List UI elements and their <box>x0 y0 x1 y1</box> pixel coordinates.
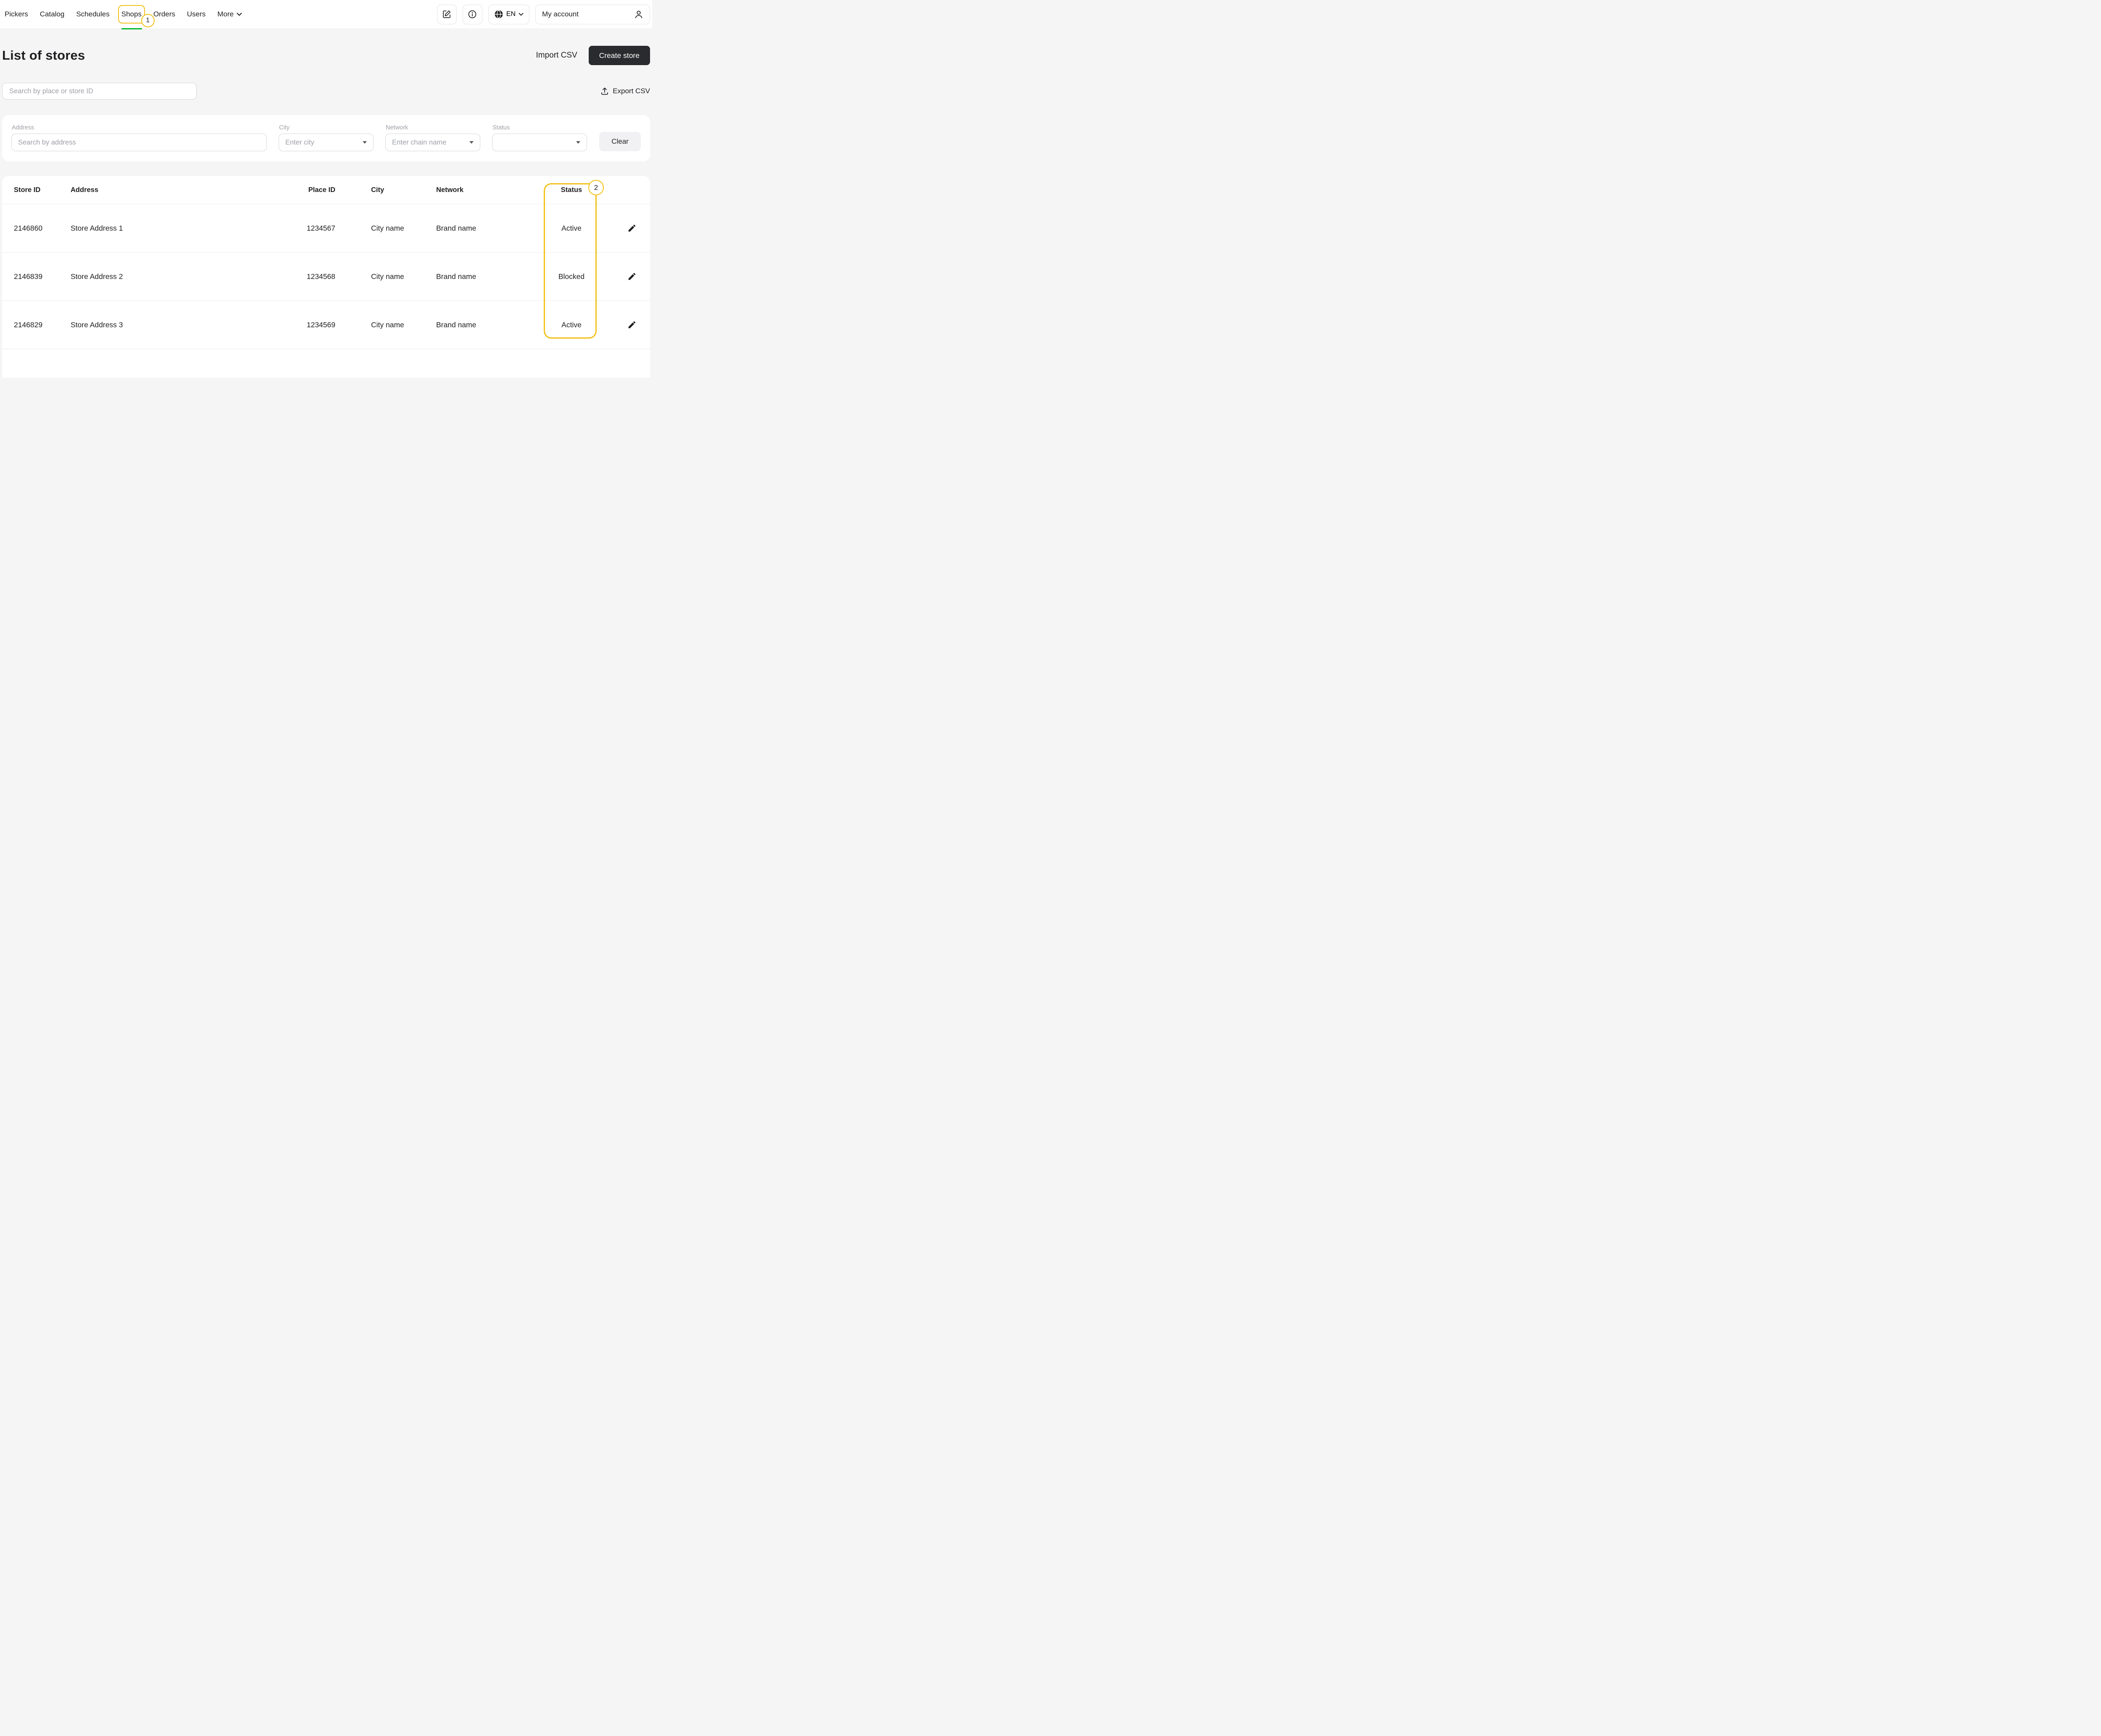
col-header-place-id: Place ID <box>268 186 335 194</box>
compose-button[interactable] <box>437 5 457 24</box>
col-header-address: Address <box>71 186 268 194</box>
network-filter-placeholder: Enter chain name <box>392 139 446 147</box>
col-header-network: Network <box>436 186 545 194</box>
edit-store-button[interactable] <box>627 272 637 281</box>
cell-actions <box>598 320 638 329</box>
info-icon <box>468 10 477 19</box>
cell-network: Brand name <box>436 272 545 281</box>
network-filter-group: Network Enter chain name <box>385 124 480 151</box>
language-selector[interactable]: EN <box>488 5 529 24</box>
cell-city: City name <box>335 321 436 329</box>
nav-item-more[interactable]: More <box>217 9 242 19</box>
cell-network: Brand name <box>436 321 545 329</box>
edit-note-icon <box>442 10 451 19</box>
status-filter-label: Status <box>492 124 587 131</box>
cell-address: Store Address 3 <box>71 321 268 329</box>
table-header-row: Store ID Address Place ID City Network S… <box>2 176 650 204</box>
globe-icon <box>494 10 503 19</box>
filters-panel: Address City Enter city Network Enter ch… <box>2 115 650 161</box>
cell-status: Blocked <box>545 272 598 281</box>
cell-actions <box>598 224 638 233</box>
chevron-down-icon <box>519 13 524 16</box>
cell-place-id: 1234568 <box>268 272 335 281</box>
nav-item-catalog[interactable]: Catalog <box>40 9 65 19</box>
search-row: Export CSV <box>2 83 650 100</box>
network-filter-label: Network <box>386 124 480 131</box>
page-title: List of stores <box>2 48 85 63</box>
export-csv-button[interactable]: Export CSV <box>600 87 650 95</box>
nav-item-users[interactable]: Users <box>187 9 205 19</box>
city-filter-placeholder: Enter city <box>285 139 314 147</box>
col-header-status: Status <box>545 186 598 194</box>
cell-address: Store Address 1 <box>71 224 268 233</box>
primary-nav: Pickers Catalog Schedules Shops 1 Orders… <box>5 9 242 19</box>
address-filter-input[interactable] <box>11 134 267 151</box>
pencil-icon <box>627 272 637 281</box>
info-button[interactable] <box>463 5 482 24</box>
upload-icon <box>600 87 609 95</box>
nav-item-orders[interactable]: Orders <box>153 9 175 19</box>
stores-table: Store ID Address Place ID City Network S… <box>2 176 650 378</box>
cell-store-id: 2146860 <box>14 224 71 233</box>
city-filter-select[interactable]: Enter city <box>279 134 374 151</box>
page-header: List of stores Import CSV Create store <box>2 46 650 65</box>
table-row: 2146860 Store Address 1 1234567 City nam… <box>2 204 650 253</box>
edit-store-button[interactable] <box>627 320 637 329</box>
store-search-input[interactable] <box>2 83 197 100</box>
cell-place-id: 1234567 <box>268 224 335 233</box>
main-content: List of stores Import CSV Create store E… <box>0 46 652 378</box>
cell-status: Active <box>545 321 598 329</box>
account-label: My account <box>542 10 579 18</box>
cell-store-id: 2146839 <box>14 272 71 281</box>
cell-network: Brand name <box>436 224 545 233</box>
my-account-button[interactable]: My account <box>535 5 650 24</box>
pencil-icon <box>627 320 637 329</box>
caret-down-icon <box>363 141 367 144</box>
cell-store-id: 2146829 <box>14 321 71 329</box>
create-store-button[interactable]: Create store <box>589 46 650 65</box>
export-csv-label: Export CSV <box>613 87 650 95</box>
network-filter-select[interactable]: Enter chain name <box>385 134 480 151</box>
nav-item-shops[interactable]: Shops 1 <box>121 9 142 19</box>
nav-item-shops-label: Shops <box>121 10 142 18</box>
nav-item-pickers[interactable]: Pickers <box>5 9 28 19</box>
nav-item-schedules[interactable]: Schedules <box>76 9 109 19</box>
status-filter-group: Status <box>492 124 587 151</box>
page-header-actions: Import CSV Create store <box>536 46 650 65</box>
nav-actions: EN My account <box>437 5 650 24</box>
col-header-city: City <box>335 186 436 194</box>
col-header-store-id: Store ID <box>14 186 71 194</box>
table-row: 2146839 Store Address 2 1234568 City nam… <box>2 253 650 301</box>
status-filter-select[interactable] <box>492 134 587 151</box>
nav-item-more-label: More <box>217 10 234 18</box>
address-filter-group: Address <box>11 124 267 151</box>
person-icon <box>634 10 643 19</box>
cell-actions <box>598 272 638 281</box>
city-filter-group: City Enter city <box>279 124 374 151</box>
language-label: EN <box>506 11 516 18</box>
city-filter-label: City <box>279 124 374 131</box>
clear-filters-button[interactable]: Clear <box>599 132 641 151</box>
table-row: 2146829 Store Address 3 1234569 City nam… <box>2 301 650 349</box>
edit-store-button[interactable] <box>627 224 637 233</box>
import-csv-button[interactable]: Import CSV <box>536 51 577 60</box>
address-filter-label: Address <box>12 124 267 131</box>
active-tab-indicator <box>121 28 142 30</box>
top-navigation-bar: Pickers Catalog Schedules Shops 1 Orders… <box>0 0 652 29</box>
pencil-icon <box>627 224 637 233</box>
cell-status: Active <box>545 224 598 233</box>
caret-down-icon <box>469 141 474 144</box>
annotation-badge-1: 1 <box>141 14 155 27</box>
cell-city: City name <box>335 272 436 281</box>
cell-place-id: 1234569 <box>268 321 335 329</box>
chevron-down-icon <box>237 13 242 16</box>
caret-down-icon <box>576 141 580 144</box>
cell-city: City name <box>335 224 436 233</box>
cell-address: Store Address 2 <box>71 272 268 281</box>
